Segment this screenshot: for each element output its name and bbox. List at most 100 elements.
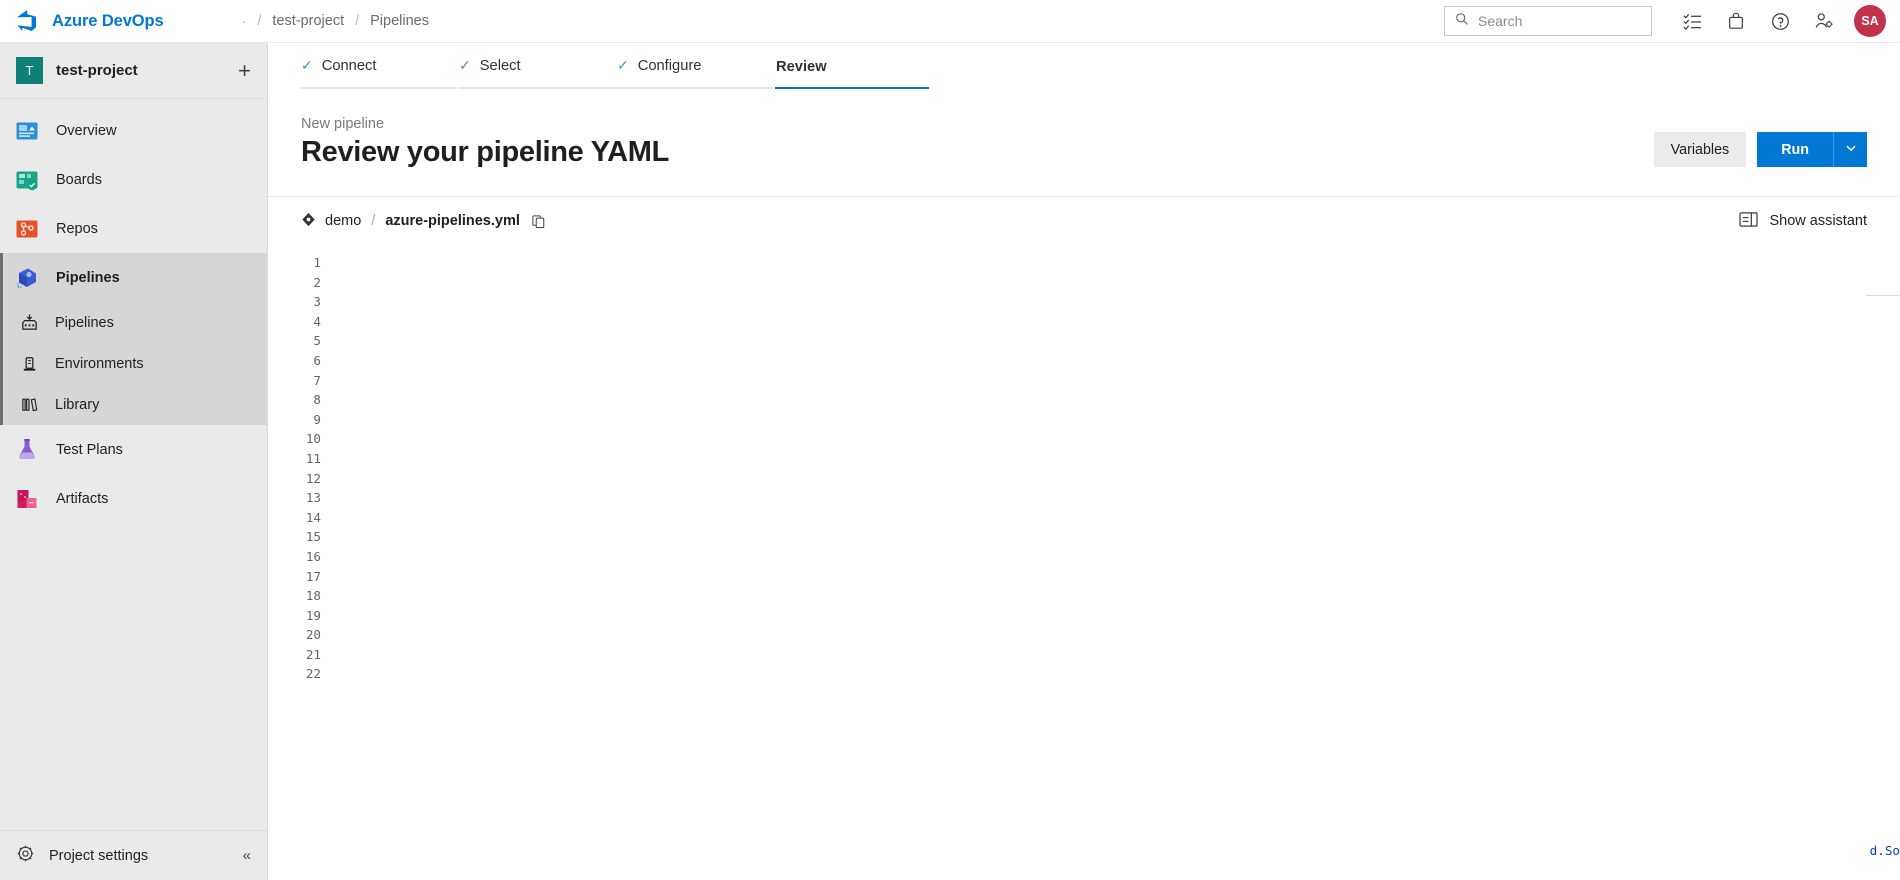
code-line[interactable] xyxy=(331,312,1900,332)
search-icon xyxy=(1455,12,1469,31)
code-content[interactable] xyxy=(331,245,1900,880)
variables-button[interactable]: Variables xyxy=(1653,132,1747,167)
code-line[interactable] xyxy=(331,390,1900,410)
tab-review[interactable]: Review xyxy=(775,57,929,89)
line-number: 16 xyxy=(305,548,321,564)
pipelines-icon xyxy=(14,265,40,291)
file-breadcrumb-bar: demo / azure-pipelines.yml Show assistan… xyxy=(268,197,1900,245)
code-line[interactable] xyxy=(331,664,1900,684)
code-line[interactable] xyxy=(331,429,1900,449)
code-line[interactable] xyxy=(331,351,1900,371)
line-number: 6 xyxy=(313,352,321,368)
show-assistant-button[interactable]: Show assistant xyxy=(1739,211,1867,232)
sidebar-item-label: Artifacts xyxy=(56,490,109,507)
sidebar-item-test-plans[interactable]: Test Plans xyxy=(0,425,267,474)
marketplace-icon[interactable] xyxy=(1714,0,1758,43)
panel-right-icon xyxy=(1739,211,1759,232)
repo-breadcrumb[interactable]: demo xyxy=(301,212,361,231)
sidebar-item-overview[interactable]: Overview xyxy=(0,106,267,155)
breadcrumb-section[interactable]: Pipelines xyxy=(370,13,429,29)
user-settings-icon[interactable] xyxy=(1802,0,1846,43)
search-input[interactable]: Search xyxy=(1444,6,1652,36)
tab-label: Connect xyxy=(321,57,377,74)
code-line[interactable] xyxy=(331,606,1900,626)
gear-icon xyxy=(16,844,35,867)
sidebar-item-label: Boards xyxy=(56,171,102,188)
sidebar-item-pipelines-sub[interactable]: Pipelines xyxy=(0,302,267,343)
code-line[interactable] xyxy=(331,449,1900,469)
code-line[interactable] xyxy=(331,253,1900,273)
line-number: 5 xyxy=(313,333,321,349)
check-icon: ✓ xyxy=(301,57,313,73)
line-number: 21 xyxy=(305,646,321,662)
yaml-editor: demo / azure-pipelines.yml Show assistan… xyxy=(268,196,1900,880)
repo-name: demo xyxy=(325,213,362,229)
code-line[interactable] xyxy=(331,292,1900,312)
line-number: 11 xyxy=(305,450,321,466)
code-line[interactable] xyxy=(331,586,1900,606)
brand-title: Azure DevOps xyxy=(52,11,164,30)
project-settings[interactable]: Project settings « xyxy=(0,830,267,880)
tab-select[interactable]: ✓ Select xyxy=(459,57,615,89)
line-number: 22 xyxy=(305,666,321,682)
sidebar-nav: Overview Boards Repos Pipelines Pipeline… xyxy=(0,99,267,523)
project-settings-label: Project settings xyxy=(49,847,149,864)
copy-icon[interactable] xyxy=(531,214,546,229)
assistant-panel-edge xyxy=(1866,295,1900,296)
project-header[interactable]: T test-project + xyxy=(0,43,267,99)
line-number: 8 xyxy=(313,392,321,408)
wizard-tabs: ✓ Connect ✓ Select ✓ Configure Review xyxy=(268,43,1900,89)
code-line[interactable] xyxy=(331,567,1900,587)
avatar[interactable]: SA xyxy=(1854,5,1886,37)
code-line[interactable] xyxy=(331,273,1900,293)
line-number: 20 xyxy=(305,627,321,643)
run-button[interactable]: Run xyxy=(1757,132,1833,167)
line-number: 15 xyxy=(305,529,321,545)
sidebar-item-environments[interactable]: Environments xyxy=(0,343,267,384)
sidebar-item-artifacts[interactable]: Artifacts xyxy=(0,474,267,523)
code-line[interactable] xyxy=(331,645,1900,665)
sidebar-item-pipelines[interactable]: Pipelines xyxy=(0,253,267,302)
page-actions: Variables Run xyxy=(1653,132,1867,169)
sidebar-item-library[interactable]: Library xyxy=(0,384,267,425)
breadcrumb-project[interactable]: test-project xyxy=(272,13,344,29)
sidebar-item-label: Pipelines xyxy=(56,269,120,286)
code-line[interactable] xyxy=(331,371,1900,391)
brand-area[interactable]: Azure DevOps xyxy=(0,8,252,34)
breadcrumb-separator-1: / xyxy=(257,13,262,29)
sidebar-item-repos[interactable]: Repos xyxy=(0,204,267,253)
code-line[interactable] xyxy=(331,508,1900,528)
help-icon[interactable] xyxy=(1758,0,1802,43)
code-line[interactable] xyxy=(331,547,1900,567)
code-line[interactable] xyxy=(331,331,1900,351)
pipelines-sub-icon xyxy=(20,313,39,332)
run-dropdown-button[interactable] xyxy=(1833,132,1867,167)
breadcrumb-org[interactable]: · xyxy=(242,14,246,29)
code-line[interactable] xyxy=(331,469,1900,489)
sidebar-subitem-label: Library xyxy=(55,396,100,413)
sidebar-item-boards[interactable]: Boards xyxy=(0,155,267,204)
add-project-button[interactable]: + xyxy=(238,59,251,82)
collapse-sidebar-icon[interactable]: « xyxy=(243,847,251,864)
search-placeholder: Search xyxy=(1478,13,1523,29)
code-line[interactable] xyxy=(331,488,1900,508)
project-avatar: T xyxy=(16,57,43,84)
line-number: 2 xyxy=(313,274,321,290)
code-line[interactable] xyxy=(331,527,1900,547)
code-editor-area[interactable]: 1 2 3 4 5 6 7 8 9 10 11 12 13 14 15 16 17 18 19 20 21 22 d.So xyxy=(268,245,1900,880)
header-actions: Search SA xyxy=(1444,0,1900,43)
code-line[interactable] xyxy=(331,625,1900,645)
sidebar-item-label: Overview xyxy=(56,122,117,139)
line-number: 13 xyxy=(305,490,321,506)
code-line[interactable] xyxy=(331,410,1900,430)
check-icon: ✓ xyxy=(459,57,471,73)
breadcrumb-separator-2: / xyxy=(355,13,360,29)
line-number: 4 xyxy=(313,313,321,329)
boards-tasks-icon[interactable] xyxy=(1670,0,1714,43)
tab-configure[interactable]: ✓ Configure xyxy=(617,57,773,89)
breadcrumb: · / test-project / Pipelines xyxy=(242,13,429,29)
line-number: 17 xyxy=(305,568,321,584)
show-assistant-label: Show assistant xyxy=(1769,213,1867,229)
tab-connect[interactable]: ✓ Connect xyxy=(301,57,457,89)
line-number: 7 xyxy=(313,372,321,388)
